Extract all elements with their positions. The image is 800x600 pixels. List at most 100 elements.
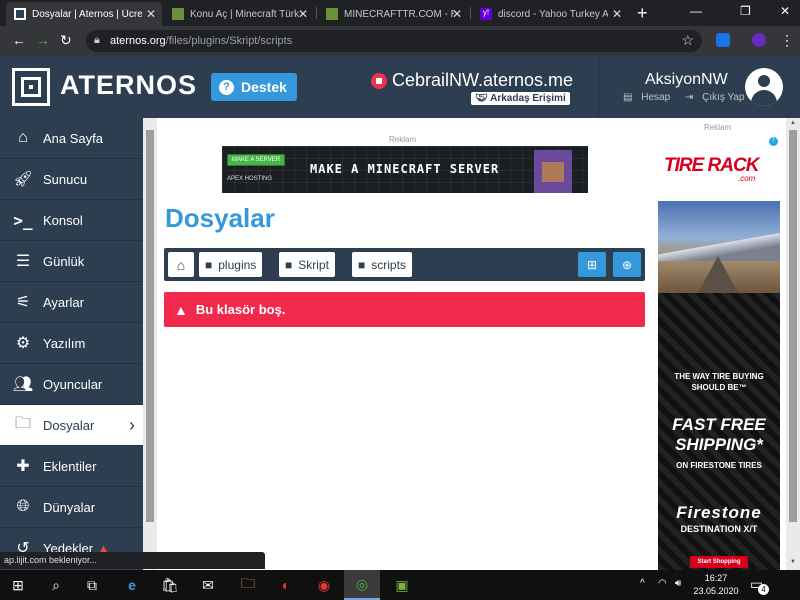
logo-text[interactable]: ATERNOS xyxy=(60,70,197,101)
users-icon: 👥︎ xyxy=(12,376,34,393)
ad-brand: APEX HOSTING xyxy=(227,176,273,182)
sidebar-item-log[interactable]: ☰ Günlük xyxy=(0,241,143,282)
sidebar-item-players[interactable]: 👥︎ Oyuncular xyxy=(0,364,143,405)
tray-chevron-icon[interactable]: ^ xyxy=(640,578,645,589)
ad-label: Reklam xyxy=(389,135,417,144)
tab-yahoo[interactable]: y! discord - Yahoo Turkey A ✕ xyxy=(472,2,628,26)
new-folder-button[interactable]: ⊞ xyxy=(578,252,606,277)
close-tab-icon[interactable]: ✕ xyxy=(298,7,308,21)
adchoices-icon[interactable]: i xyxy=(769,137,778,146)
server-status[interactable]: CebrailNW.aternos.me xyxy=(371,70,573,91)
tab-aternos[interactable]: Dosyalar | Aternos | Ücretsiz ✕ xyxy=(6,2,162,26)
top-ad-banner[interactable]: MAKE A SERVER APEX HOSTING MAKE A MINECR… xyxy=(222,146,588,193)
friend-access-button[interactable]: 🤝︎ Arkadaş Erişimi xyxy=(471,92,570,105)
sidebar-item-software[interactable]: ⚙ Yazılım xyxy=(0,323,143,364)
stop-status-icon xyxy=(371,72,387,89)
aternos-logo-icon[interactable] xyxy=(12,68,50,106)
server-address: CebrailNW.aternos.me xyxy=(392,70,574,90)
volume-icon[interactable]: 🔊︎ xyxy=(675,578,681,589)
username: AksiyonNW xyxy=(645,71,728,88)
store-icon[interactable]: 🛍︎ xyxy=(152,570,188,600)
profile-extension-icon[interactable] xyxy=(752,33,766,47)
ad-product-brand: Firestone xyxy=(676,503,762,522)
bookmark-star-icon[interactable]: ☆ xyxy=(681,32,694,49)
folder-icon: ■ xyxy=(358,257,366,272)
tab-minecrafttr[interactable]: MİNECRAFTTR.COM - Re ✕ xyxy=(318,2,468,26)
menu-dots-icon[interactable]: ⋮ xyxy=(780,32,794,49)
clock-time: 16:27 xyxy=(704,573,728,583)
sidebar-item-settings[interactable]: ⚟ Ayarlar xyxy=(0,282,143,323)
mail-icon[interactable]: ✉ xyxy=(190,570,226,600)
system-clock[interactable]: 16:27 23.05.2020 xyxy=(692,572,740,598)
close-tab-icon[interactable]: ✕ xyxy=(452,7,462,21)
close-tab-icon[interactable]: ✕ xyxy=(146,7,156,21)
account-link[interactable]: ▤ Hesap xyxy=(623,92,676,103)
file-explorer-icon[interactable]: 🗀 xyxy=(230,570,266,600)
close-tab-icon[interactable]: ✕ xyxy=(612,7,622,21)
reload-icon[interactable]: ↻ xyxy=(60,32,72,49)
sidebar-item-plugins[interactable]: ✚ Eklentiler xyxy=(0,446,143,487)
page-scrollbar[interactable]: ▲ ▼ xyxy=(786,118,800,570)
breadcrumb-home[interactable]: ⌂ xyxy=(168,252,194,277)
task-view-icon[interactable]: ⧉ xyxy=(74,570,110,600)
scroll-down-icon[interactable]: ▼ xyxy=(790,559,796,565)
url-path: /files/plugins/Skript/scripts xyxy=(165,35,293,47)
windows-start-icon[interactable]: ⊞ xyxy=(0,570,36,600)
folder-plus-icon: ⊞ xyxy=(586,257,598,272)
breadcrumb-plugins[interactable]: ■ plugins xyxy=(199,252,263,277)
sidebar-item-server[interactable]: 🚀︎ Sunucu xyxy=(0,159,143,200)
ad-landscape-image xyxy=(658,201,780,293)
sidebar-item-worlds[interactable]: 🌐︎ Dünyalar xyxy=(0,487,143,528)
new-file-button[interactable]: ⊕ xyxy=(613,252,641,277)
restore-icon[interactable]: ❐ xyxy=(740,4,751,18)
tab-minecraft-turk[interactable]: Konu Aç | Minecraft Türk ✕ xyxy=(164,2,314,26)
back-arrow-icon[interactable]: ← xyxy=(12,32,26,48)
notepad-icon[interactable]: ▣ xyxy=(384,570,420,600)
ad-cta-button[interactable]: Start Shopping xyxy=(690,556,748,568)
ad-headline: FAST FREE SHIPPING* xyxy=(672,415,766,454)
file-plus-icon: ⊕ xyxy=(621,257,633,272)
support-button[interactable]: ? Destek xyxy=(211,73,297,101)
search-icon[interactable]: ⌕ xyxy=(38,570,74,600)
breadcrumb-scripts[interactable]: ■ scripts xyxy=(352,252,412,277)
edge-icon[interactable]: e xyxy=(114,570,150,600)
tire-rack-ad[interactable]: TIRE RACK .com i THE WAY TIRE BUYING SHO… xyxy=(658,135,780,570)
notifications-icon[interactable]: ▭ 4 xyxy=(750,576,769,595)
wifi-icon[interactable]: ◠ xyxy=(658,578,667,589)
ad-product: DESTINATION X/T xyxy=(680,524,758,534)
sidebar-scrollbar[interactable] xyxy=(143,118,157,570)
site-header: ATERNOS ? Destek CebrailNW.aternos.me 🤝︎… xyxy=(0,56,800,118)
id-card-icon: ▤ xyxy=(623,92,633,103)
logout-link[interactable]: ⇥ Çıkış Yap xyxy=(685,92,751,103)
sidebar-item-home[interactable]: ⌂ Ana Sayfa xyxy=(0,118,143,159)
sidebar-item-files[interactable]: 🗀 Dosyalar › xyxy=(0,405,143,446)
url-host: aternos.org xyxy=(110,35,166,47)
minecraft-favicon xyxy=(172,8,184,20)
avatar[interactable] xyxy=(745,68,783,106)
app-red-icon[interactable]: ◐ xyxy=(268,570,304,600)
chrome-icon[interactable]: ◎ xyxy=(344,570,380,600)
puzzle-icon: ✚ xyxy=(16,458,30,475)
app-badge-icon[interactable]: ◉ xyxy=(306,570,342,600)
sidebar-item-console[interactable]: >_ Konsol xyxy=(0,200,143,241)
log-icon: ☰ xyxy=(15,253,31,270)
new-tab-button[interactable]: + xyxy=(637,3,648,24)
browser-status-bubble: ap.lijit.com bekleniyor... xyxy=(0,552,265,569)
yahoo-favicon: y! xyxy=(480,8,492,20)
ad-subline: ON FIRESTONE TIRES xyxy=(676,461,762,470)
clock-date: 23.05.2020 xyxy=(693,586,739,596)
url-field[interactable]: 🔒︎ aternos.org/files/plugins/Skript/scri… xyxy=(86,30,702,52)
forward-arrow-icon[interactable]: → xyxy=(36,32,50,48)
shield-extension-icon[interactable] xyxy=(716,33,730,47)
question-icon: ? xyxy=(219,79,234,95)
folder-icon: ■ xyxy=(285,257,293,272)
close-window-icon[interactable]: ✕ xyxy=(780,4,790,18)
chevron-right-icon: › xyxy=(129,414,135,435)
sliders-icon: ⚟ xyxy=(15,294,31,311)
minimize-icon[interactable]: — xyxy=(690,4,702,18)
breadcrumb-skript[interactable]: ■ Skript xyxy=(279,252,335,277)
main-content: Reklam MAKE A SERVER APEX HOSTING MAKE A… xyxy=(157,118,656,570)
handshake-icon: 🤝︎ xyxy=(475,93,488,104)
minecraft-favicon xyxy=(326,8,338,20)
scroll-up-icon[interactable]: ▲ xyxy=(790,120,796,126)
